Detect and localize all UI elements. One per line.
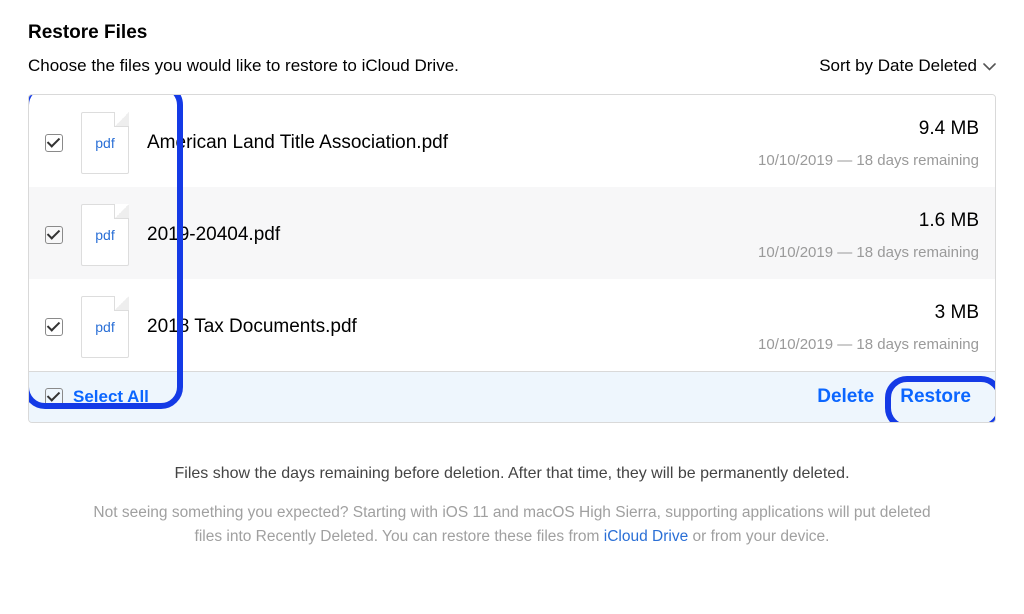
file-list: pdf American Land Title Association.pdf … [28, 94, 996, 423]
icloud-drive-link[interactable]: iCloud Drive [604, 528, 688, 545]
delete-button[interactable]: Delete [809, 382, 882, 412]
file-size: 9.4 MB [889, 118, 979, 140]
select-all-button[interactable]: Select All [73, 387, 149, 407]
file-size: 3 MB [889, 302, 979, 324]
file-row[interactable]: pdf American Land Title Association.pdf … [29, 95, 995, 187]
file-type-icon: pdf [81, 204, 129, 266]
file-type-icon: pdf [81, 112, 129, 174]
select-all-checkbox[interactable] [45, 388, 63, 406]
footer-text-part: or from your device. [688, 528, 829, 545]
sort-dropdown[interactable]: Sort by Date Deleted [819, 56, 996, 76]
file-name: 2019-20404.pdf [147, 224, 740, 246]
file-checkbox[interactable] [45, 318, 63, 336]
chevron-down-icon [983, 56, 996, 76]
file-ext-label: pdf [95, 319, 114, 335]
page-description: Choose the files you would like to resto… [28, 56, 459, 76]
file-checkbox[interactable] [45, 134, 63, 152]
file-ext-label: pdf [95, 227, 114, 243]
file-ext-label: pdf [95, 135, 114, 151]
file-size: 1.6 MB [889, 210, 979, 232]
file-deleted-info: 10/10/2019 — 18 days remaining [758, 152, 979, 169]
file-checkbox[interactable] [45, 226, 63, 244]
file-name: American Land Title Association.pdf [147, 132, 740, 154]
page-title: Restore Files [28, 22, 996, 44]
file-deleted-info: 10/10/2019 — 18 days remaining [758, 336, 979, 353]
file-name: 2018 Tax Documents.pdf [147, 316, 740, 338]
restore-button[interactable]: Restore [892, 382, 979, 412]
footer-primary-text: Files show the days remaining before del… [88, 465, 936, 483]
file-type-icon: pdf [81, 296, 129, 358]
footer-secondary-text: Not seeing something you expected? Start… [88, 501, 936, 549]
file-deleted-info: 10/10/2019 — 18 days remaining [758, 244, 979, 261]
file-row[interactable]: pdf 2019-20404.pdf 1.6 MB 10/10/2019 — 1… [29, 187, 995, 279]
sort-label: Sort by Date Deleted [819, 56, 977, 76]
actions-bar: Select All Delete Restore [29, 371, 995, 422]
file-row[interactable]: pdf 2018 Tax Documents.pdf 3 MB 10/10/20… [29, 279, 995, 371]
